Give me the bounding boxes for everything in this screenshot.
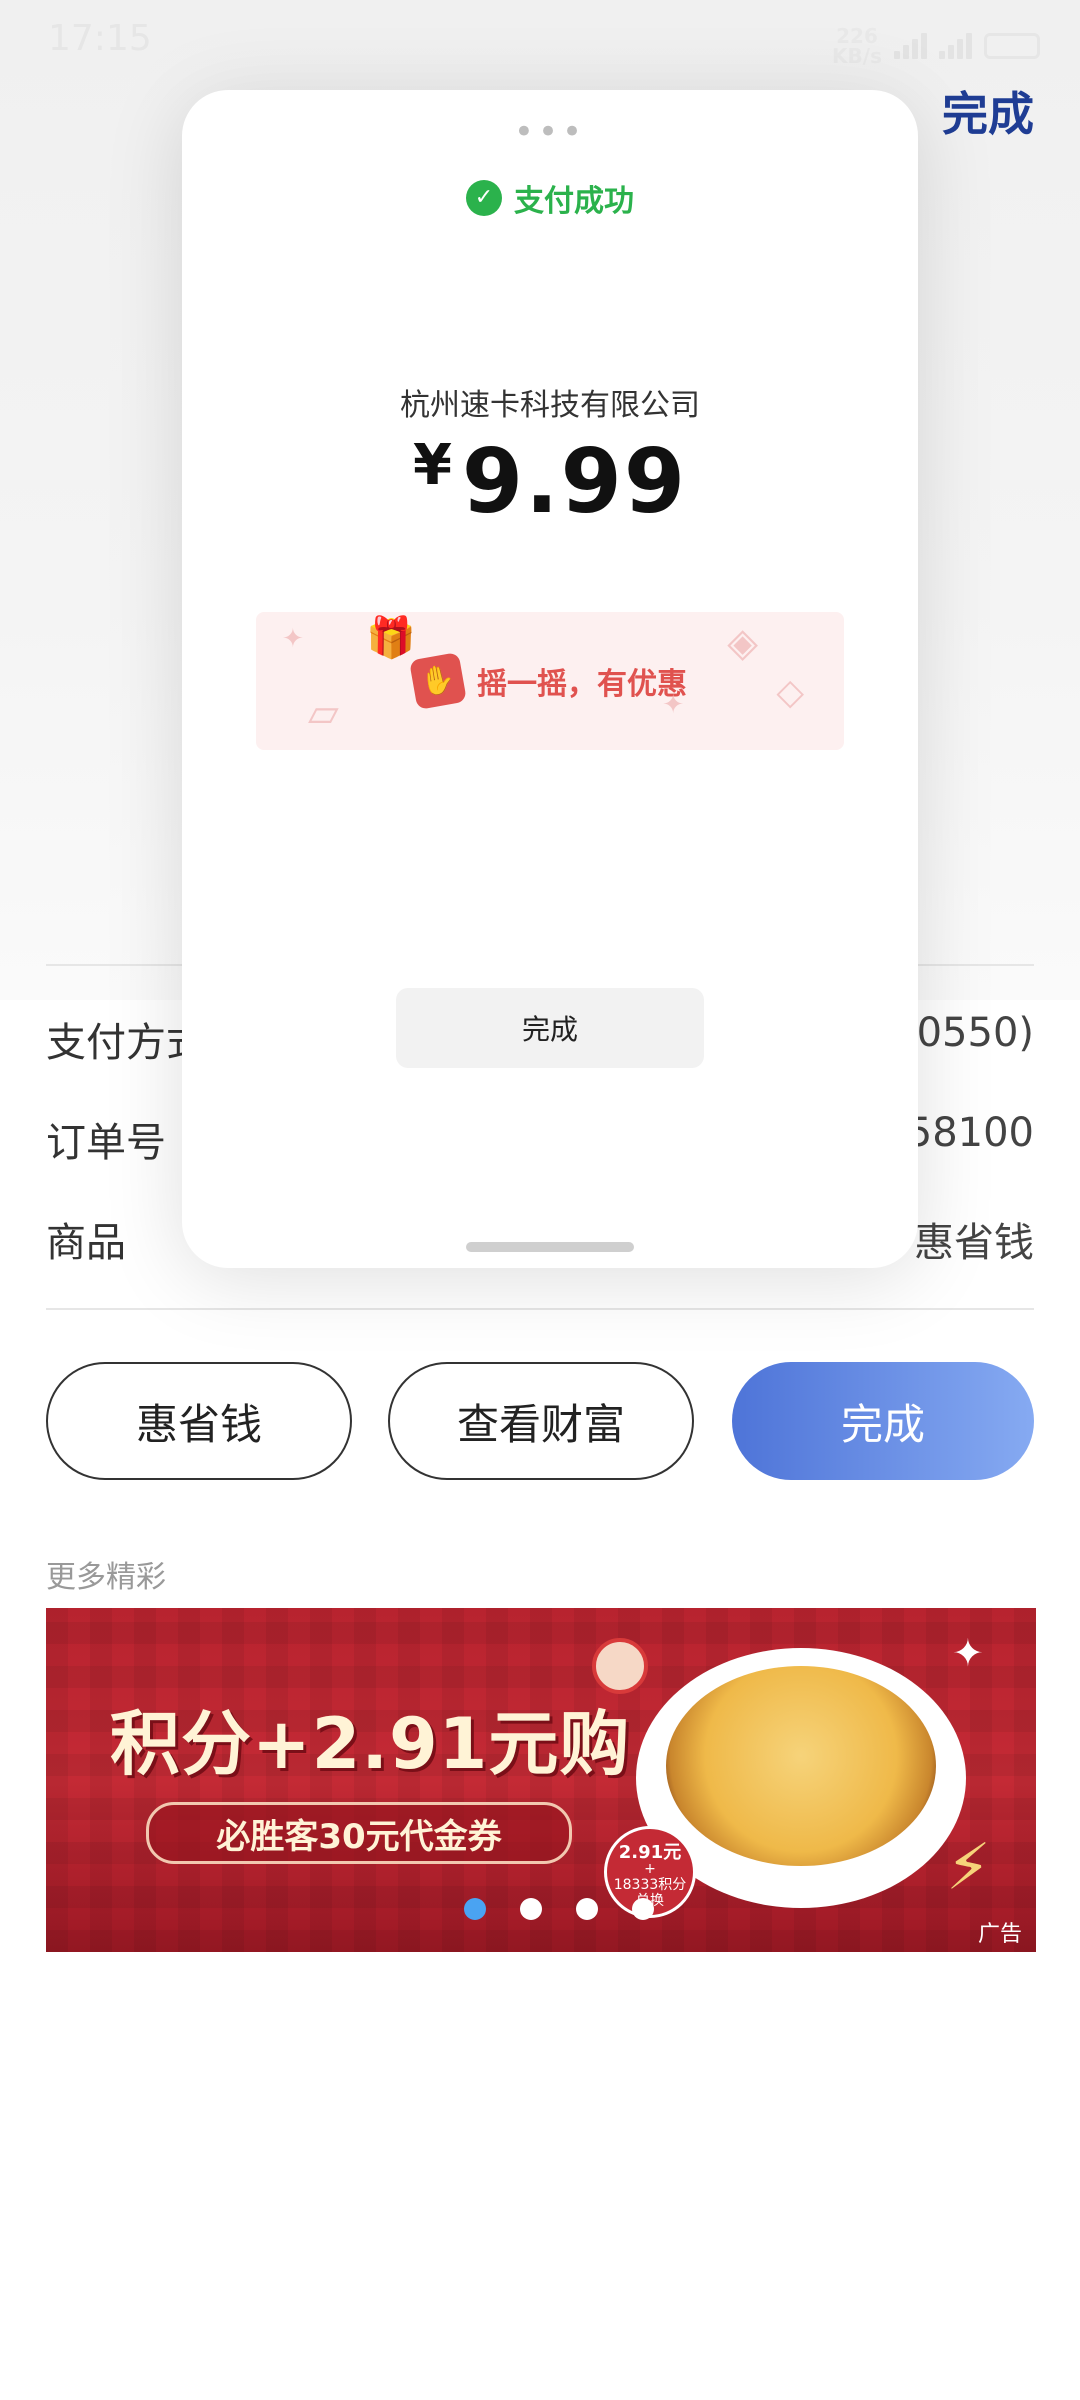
ad-label: 广告 [977,1922,1022,1947]
save-money-button[interactable]: 惠省钱 [46,1362,352,1480]
shake-promo-text: 摇一摇，有优惠 [477,667,687,702]
diamond-icon: ◇ [776,672,804,713]
status-time: 17:15 [48,18,152,59]
carousel-dot[interactable] [464,1898,486,1920]
carousel-dots [46,1898,1036,1920]
network-speed: 226 KB/s [832,26,882,66]
banner-headline: 积分+2.91元购 [110,1703,631,1785]
divider [46,1308,1034,1310]
payment-success-sheet: ••• ✓ 支付成功 杭州速卡科技有限公司 ¥9.99 ✦ 🎁 ▱ ◇ ◈ ✦ … [182,90,918,1268]
merchant-name: 杭州速卡科技有限公司 [400,388,700,423]
shake-promo-banner[interactable]: ✦ 🎁 ▱ ◇ ◈ ✦ ✋ 摇一摇，有优惠 [256,612,844,750]
lightning-icon: ⚡ [946,1831,991,1905]
ad-banner[interactable]: ✦ 积分+2.91元购 必胜客30元代金券 2.91元 + 18333积分 兑换… [46,1608,1036,1952]
payment-status-text: 支付成功 [514,184,634,219]
carousel-dot[interactable] [520,1898,542,1920]
badge-points: 18333积分 [613,1877,687,1893]
more-section-title: 更多精彩 [46,1560,166,1595]
action-buttons: 惠省钱 查看财富 完成 [46,1362,1034,1480]
badge-plus: + [644,1861,656,1877]
status-indicators: 226 KB/s [832,26,1040,66]
view-wealth-button[interactable]: 查看财富 [388,1362,694,1480]
banner-coupon-text: 必胜客30元代金券 [146,1802,572,1864]
product-value: 惠省钱 [914,1220,1034,1266]
home-indicator[interactable] [466,1242,634,1252]
sheet-done-button[interactable]: 完成 [396,988,704,1068]
gift-icon: 🎁 [366,615,416,661]
order-number-label: 订单号 [46,1120,166,1166]
network-speed-value: 226 [836,24,878,48]
pizza-image [666,1666,936,1866]
more-options-icon[interactable]: ••• [182,112,918,152]
payment-status: ✓ 支付成功 [182,176,918,220]
order-number-value: 58100 [906,1110,1034,1156]
ticket-icon: ▱ [308,690,339,736]
sparkle-icon: ✦ [952,1631,984,1675]
currency-symbol: ¥ [412,433,452,498]
done-button[interactable]: 完成 [732,1362,1034,1480]
wechat-pay-icon: ✓ [466,180,502,216]
badge-price: 2.91元 [618,1842,682,1863]
alarm-clock-icon [592,1638,648,1694]
network-speed-unit: KB/s [832,44,882,68]
shake-icon: ✋ [409,652,467,710]
carousel-dot[interactable] [632,1898,654,1920]
coupon-icon: ◈ [727,620,758,666]
amount-value: 9.99 [461,430,688,533]
carousel-dot[interactable] [576,1898,598,1920]
sparkle-icon: ✦ [282,624,304,654]
signal-icon [939,33,972,59]
payment-amount: ¥9.99 [182,430,918,533]
battery-icon [984,33,1040,59]
header-done-button[interactable]: 完成 [942,78,1034,144]
status-bar: 17:15 226 KB/s [0,0,1080,80]
sparkle-icon: ✦ [662,690,684,720]
product-label: 商品 [46,1220,126,1266]
payment-method-value: (0550) [900,1010,1034,1056]
signal-icon [894,33,927,59]
